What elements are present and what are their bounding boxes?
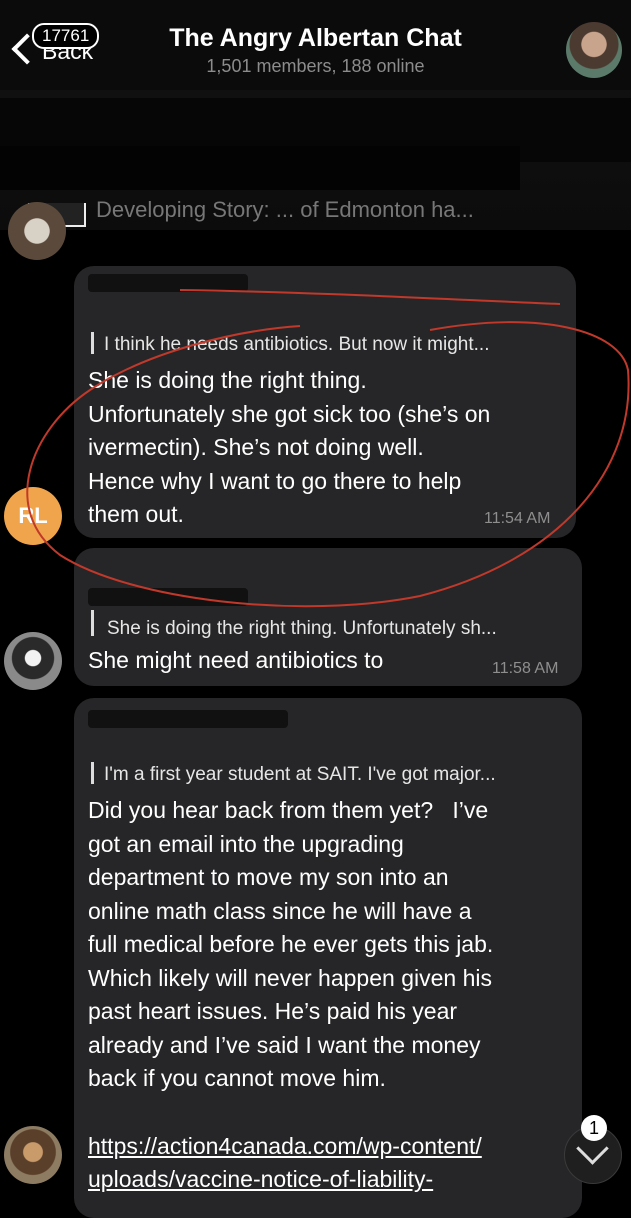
message-line: past heart issues. He’s paid his year xyxy=(88,998,458,1024)
chat-header: Back 17761 The Angry Albertan Chat 1,501… xyxy=(0,0,631,91)
message-text: She is doing the right thing. Unfortunat… xyxy=(88,364,490,532)
reply-preview[interactable]: I'm a first year student at SAIT. I've g… xyxy=(104,764,496,786)
message-text: Did you hear back from them yet? I’ve go… xyxy=(88,794,493,1197)
scroll-unread-badge: 1 xyxy=(581,1115,607,1141)
message-line: She might need antibiotics to xyxy=(88,647,384,673)
message-line: Hence why I want to go there to help xyxy=(88,467,462,494)
message-line: already and I’ve said I want the money xyxy=(88,1031,481,1058)
message-line: back if you cannot move him. xyxy=(88,1065,386,1091)
message-time: 11:54 AM xyxy=(484,510,551,527)
reply-preview[interactable]: I think he needs antibiotics. But now it… xyxy=(104,334,489,356)
redacted-sender-name xyxy=(88,274,248,292)
avatar-initials: RL xyxy=(18,503,48,528)
sender-avatar[interactable]: RL xyxy=(4,487,62,545)
chat-title[interactable]: The Angry Albertan Chat xyxy=(0,24,631,53)
redaction-block xyxy=(0,146,520,190)
reply-quote-bar xyxy=(91,332,94,354)
message-line: Unfortunately she got sick too (she’s on xyxy=(88,400,491,427)
message-text: She might need antibiotics to xyxy=(88,644,383,678)
message-line: Did you hear back from them yet? I’ve xyxy=(88,797,489,823)
reply-quote-bar xyxy=(91,762,94,784)
reply-quote-bar xyxy=(91,610,94,636)
message-time: 11:58 AM xyxy=(492,660,559,677)
message-bubble[interactable]: I think he needs antibiotics. But now it… xyxy=(74,266,576,538)
message-line: full medical before he ever gets this ja… xyxy=(88,931,494,957)
message-line: Which likely will never happen given his xyxy=(88,964,492,991)
message-line: them out. xyxy=(88,501,184,527)
group-avatar[interactable] xyxy=(566,22,622,78)
message-bubble[interactable]: She is doing the right thing. Unfortunat… xyxy=(74,548,582,686)
message-line: online math class since he will have a xyxy=(88,897,472,924)
redacted-sender-name xyxy=(88,588,248,606)
chat-subtitle: 1,501 members, 188 online xyxy=(206,56,425,76)
redacted-sender-name xyxy=(88,710,288,728)
message-line: got an email into the upgrading xyxy=(88,830,404,857)
message-line: department to move my son into an xyxy=(88,864,449,890)
sender-avatar[interactable] xyxy=(8,202,66,260)
message-link[interactable]: https://action4canada.com/wp-content/ xyxy=(88,1130,493,1164)
sender-avatar[interactable] xyxy=(4,1126,62,1184)
reply-preview[interactable]: She is doing the right thing. Unfortunat… xyxy=(107,618,497,640)
message-link[interactable]: uploads/vaccine-notice-of-liability- xyxy=(88,1163,493,1197)
message-bubble[interactable]: I'm a first year student at SAIT. I've g… xyxy=(74,698,582,1218)
pinned-message-text[interactable]: Developing Story: ... of Edmonton ha... xyxy=(96,197,596,223)
message-line: ivermectin). She’s not doing well. xyxy=(88,434,424,460)
sender-avatar[interactable] xyxy=(4,632,62,690)
message-line: She is doing the right thing. xyxy=(88,367,367,393)
